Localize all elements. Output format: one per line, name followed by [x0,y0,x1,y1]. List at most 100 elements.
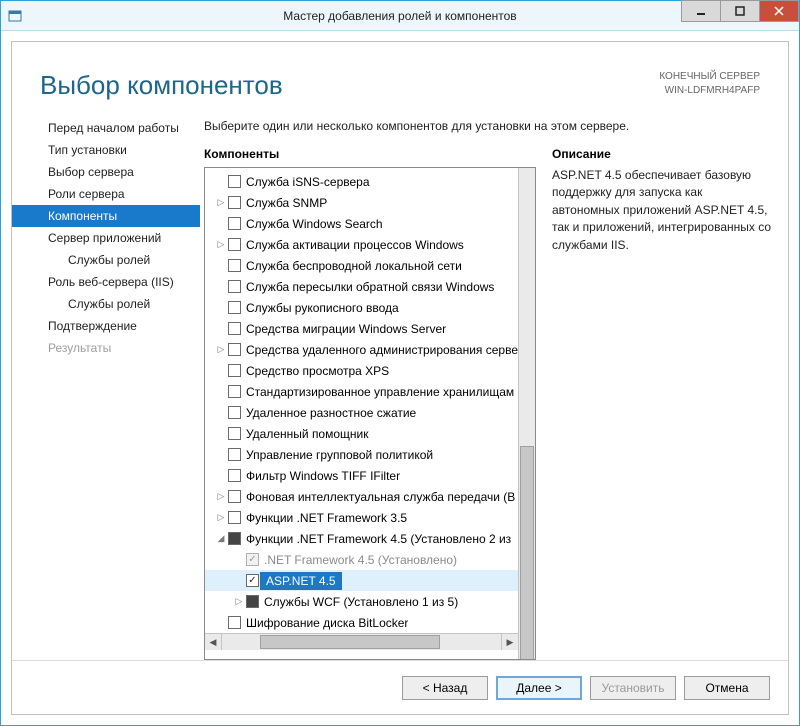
tree-row[interactable]: ▷Службы WCF (Установлено 1 из 5) [205,591,518,612]
columns: Компоненты Служба iSNS-сервера▷Служба SN… [204,147,772,660]
destination-label: КОНЕЧНЫЙ СЕРВЕР [659,70,760,84]
tree-item-label: Средства удаленного администрирования се… [246,343,518,357]
checkbox[interactable] [228,238,241,251]
nav-item[interactable]: Роли сервера [12,183,200,205]
tree-item-label: Управление групповой политикой [246,448,433,462]
tree-row[interactable]: Служба беспроводной локальной сети [205,255,518,276]
tree-row[interactable]: ▷Функции .NET Framework 3.5 [205,507,518,528]
nav-item: Результаты [12,337,200,359]
header-area: Выбор компонентов КОНЕЧНЫЙ СЕРВЕР WIN-LD… [12,42,788,111]
nav-item[interactable]: Компоненты [12,205,200,227]
checkbox[interactable] [228,385,241,398]
tree-item-label: .NET Framework 4.5 (Установлено) [264,553,457,567]
close-button[interactable] [759,0,799,22]
tree-item-label: Служба iSNS-сервера [246,175,370,189]
tree-row[interactable]: Служба Windows Search [205,213,518,234]
hscroll-track[interactable] [222,634,501,650]
nav-item[interactable]: Роль веб-сервера (IIS) [12,271,200,293]
tree-row[interactable]: Шифрование диска BitLocker [205,612,518,633]
description-text: ASP.NET 4.5 обеспечивает базовую поддерж… [552,167,772,254]
checkbox[interactable] [228,448,241,461]
tree-row[interactable]: Служба пересылки обратной связи Windows [205,276,518,297]
expander-icon[interactable]: ▷ [215,512,227,523]
main-panel: Выберите один или несколько компонентов … [200,111,788,660]
checkbox[interactable] [228,469,241,482]
tree-row[interactable]: .NET Framework 4.5 (Установлено) [205,549,518,570]
description-label: Описание [552,147,772,161]
expander-icon[interactable]: ▷ [215,239,227,250]
install-button: Установить [590,676,676,700]
nav-item[interactable]: Выбор сервера [12,161,200,183]
tree-item-label: Средства миграции Windows Server [246,322,446,336]
expander-icon[interactable]: ◢ [215,533,227,544]
horizontal-scrollbar[interactable]: ◀ ▶ [205,633,518,650]
scroll-right-button[interactable]: ▶ [501,634,518,650]
checkbox[interactable] [228,301,241,314]
checkbox[interactable] [228,322,241,335]
tree-row[interactable]: ▷ Служба активации процессов Windows [205,234,518,255]
tree-row[interactable]: ▷ Средства удаленного администрирования с… [205,339,518,360]
nav-item[interactable]: Службы ролей [12,293,200,315]
checkbox[interactable] [246,595,259,608]
components-tree[interactable]: Служба iSNS-сервера ▷ Служба SNMP Служба Wi… [205,168,518,633]
tree-row[interactable]: ASP.NET 4.5 [205,570,518,591]
hscroll-thumb[interactable] [260,635,440,649]
expander-icon[interactable]: ▷ [233,596,245,607]
window-controls [681,1,799,30]
expander-icon[interactable]: ▷ [215,344,227,355]
checkbox[interactable] [228,217,241,230]
checkbox[interactable] [228,175,241,188]
expander-icon[interactable]: ▷ [215,197,227,208]
tree-row[interactable]: Служба iSNS-сервера [205,171,518,192]
checkbox[interactable] [228,364,241,377]
tree-row[interactable]: Удаленное разностное сжатие [205,402,518,423]
tree-row[interactable]: Удаленный помощник [205,423,518,444]
vscroll-thumb[interactable] [520,446,534,660]
minimize-button[interactable] [681,0,721,22]
body-area: Перед началом работыТип установкиВыбор с… [12,111,788,660]
tree-item-label: Службы рукописного ввода [246,301,399,315]
app-icon [7,8,23,24]
checkbox[interactable] [228,259,241,272]
nav-item[interactable]: Подтверждение [12,315,200,337]
titlebar: Мастер добавления ролей и компонентов [1,1,799,31]
nav-item[interactable]: Службы ролей [12,249,200,271]
tree-row[interactable]: ◢Функции .NET Framework 4.5 (Установлено… [205,528,518,549]
tree-row[interactable]: Средство просмотра XPS [205,360,518,381]
tree-row[interactable]: Управление групповой политикой [205,444,518,465]
scroll-left-button[interactable]: ◀ [205,634,222,650]
checkbox[interactable] [228,616,241,629]
tree-item-label: Служба беспроводной локальной сети [246,259,462,273]
tree-row[interactable]: ▷ Фоновая интеллектуальная служба передач… [205,486,518,507]
nav-item[interactable]: Перед началом работы [12,117,200,139]
checkbox[interactable] [228,343,241,356]
wizard-nav: Перед началом работыТип установкиВыбор с… [12,111,200,660]
tree-item-label: Служба активации процессов Windows [246,238,464,252]
checkbox [246,553,259,566]
back-button[interactable]: < Назад [402,676,488,700]
checkbox[interactable] [228,280,241,293]
expander-icon[interactable]: ▷ [215,491,227,502]
cancel-button[interactable]: Отмена [684,676,770,700]
checkbox[interactable] [228,427,241,440]
nav-item[interactable]: Тип установки [12,139,200,161]
components-tree-body: Служба iSNS-сервера ▷ Служба SNMP Служба Wi… [205,168,518,659]
nav-item[interactable]: Сервер приложений [12,227,200,249]
tree-row[interactable]: Службы рукописного ввода [205,297,518,318]
tree-item-label: Фоновая интеллектуальная служба передачи… [246,490,515,504]
checkbox[interactable] [228,490,241,503]
tree-row[interactable]: Фильтр Windows TIFF IFilter [205,465,518,486]
components-tree-container: Служба iSNS-сервера ▷ Служба SNMP Служба Wi… [204,167,536,660]
vertical-scrollbar[interactable] [518,168,535,659]
tree-row[interactable]: ▷ Служба SNMP [205,192,518,213]
checkbox[interactable] [228,511,241,524]
tree-row[interactable]: Стандартизированное управление хранилища… [205,381,518,402]
checkbox[interactable] [228,196,241,209]
maximize-button[interactable] [720,0,760,22]
next-button[interactable]: Далее > [496,676,582,700]
tree-row[interactable]: Средства миграции Windows Server [205,318,518,339]
checkbox[interactable] [228,406,241,419]
checkbox[interactable] [246,574,259,587]
checkbox[interactable] [228,532,241,545]
tree-item-label: Служба SNMP [246,196,327,210]
